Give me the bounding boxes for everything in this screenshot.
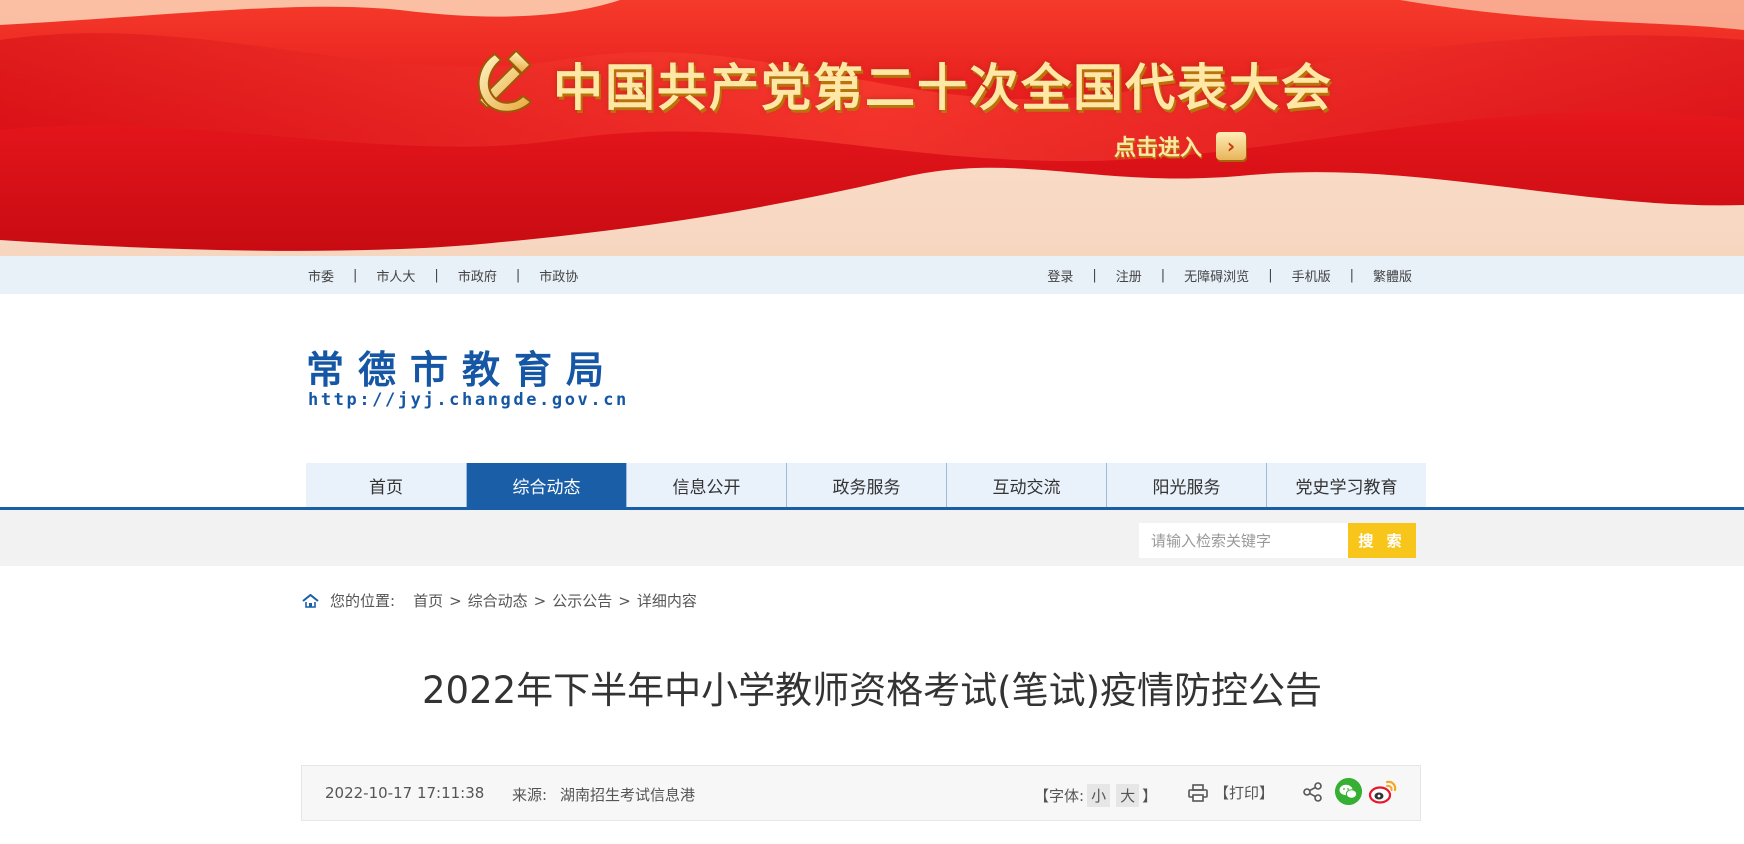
breadcrumb-announcements[interactable]: 公示公告 <box>552 590 612 611</box>
breadcrumb-separator: > <box>618 591 631 610</box>
separator: | <box>515 267 521 283</box>
top-right-links: 登录 | 注册 | 无障碍浏览 | 手机版 | 繁體版 <box>1045 266 1414 285</box>
wechat-icon[interactable] <box>1335 778 1362 805</box>
main-nav-bar: 首页 综合动态 信息公开 政务服务 互动交流 阳光服务 党史学习教育 <box>0 463 1744 510</box>
banner: 中国共产党第二十次全国代表大会 点击进入 › <box>0 0 1744 256</box>
breadcrumb-current: 详细内容 <box>636 592 697 610</box>
home-icon <box>302 593 319 608</box>
separator: | <box>434 267 439 283</box>
mobile-version-link[interactable]: 手机版 <box>1290 266 1333 285</box>
font-label-close: 】 <box>1142 787 1158 805</box>
breadcrumb: 您的位置: 首页 > 综合动态 > 公示公告 > 详细内容 <box>302 590 697 611</box>
party-emblem-icon <box>477 49 533 113</box>
top-left-links: 市委 | 市人大 | 市政府 | 市政协 <box>306 266 580 285</box>
print-label: 【打印】 <box>1214 784 1275 802</box>
printer-icon <box>1188 783 1208 802</box>
print-button[interactable]: 【打印】 <box>1188 782 1274 803</box>
chevron-right-icon: › <box>1216 132 1247 160</box>
nav-item-home[interactable]: 首页 <box>306 463 466 507</box>
top-link-city-government[interactable]: 市政府 <box>456 266 499 285</box>
banner-enter-label: 点击进入 <box>1114 136 1203 161</box>
separator: | <box>1092 267 1097 283</box>
font-small-button[interactable]: 小 <box>1087 784 1111 807</box>
breadcrumb-label: 您的位置: <box>330 592 396 610</box>
separator: | <box>353 267 358 283</box>
font-large-button[interactable]: 大 <box>1116 784 1140 807</box>
nav-item-news[interactable]: 综合动态 <box>466 463 626 507</box>
top-link-peoples-congress[interactable]: 市人大 <box>374 266 417 285</box>
nav-item-interaction[interactable]: 互动交流 <box>946 463 1106 507</box>
top-link-bar: 市委 | 市人大 | 市政府 | 市政协 登录 | 注册 | 无障碍浏览 | 手… <box>0 256 1744 294</box>
article-meta-bar: 2022-10-17 17:11:38 来源: 湖南招生考试信息港 【字体: 小… <box>301 765 1421 821</box>
main-nav: 首页 综合动态 信息公开 政务服务 互动交流 阳光服务 党史学习教育 <box>306 463 1426 507</box>
site-header: 常德市教育局 http://jyj.changde.gov.cn <box>0 294 1744 463</box>
top-link-party-committee[interactable]: 市委 <box>306 266 336 285</box>
breadcrumb-news[interactable]: 综合动态 <box>468 590 528 611</box>
register-link[interactable]: 注册 <box>1114 266 1144 285</box>
weibo-icon[interactable] <box>1368 778 1398 806</box>
banner-enter-button[interactable]: 点击进入 › <box>1114 130 1247 162</box>
separator: | <box>1160 267 1166 283</box>
nav-item-gov-services[interactable]: 政务服务 <box>786 463 946 507</box>
nav-item-info-disclosure[interactable]: 信息公开 <box>626 463 786 507</box>
top-link-cppcc[interactable]: 市政协 <box>537 266 580 285</box>
search-bar: 搜 索 <box>0 510 1744 566</box>
font-label-open: 【字体: <box>1034 787 1085 805</box>
breadcrumb-separator: > <box>449 591 462 610</box>
nav-item-sunshine-services[interactable]: 阳光服务 <box>1106 463 1266 507</box>
search-button[interactable]: 搜 索 <box>1348 523 1416 558</box>
banner-title[interactable]: 中国共产党第二十次全国代表大会 <box>553 48 1333 120</box>
breadcrumb-home[interactable]: 首页 <box>413 590 443 611</box>
login-link[interactable]: 登录 <box>1045 266 1075 285</box>
publish-date: 2022-10-17 17:11:38 <box>325 784 485 802</box>
nav-item-party-history[interactable]: 党史学习教育 <box>1266 463 1426 507</box>
font-size-control: 【字体: 小 大 】 <box>1034 784 1157 807</box>
article-title: 2022年下半年中小学教师资格考试(笔试)疫情防控公告 <box>421 669 1323 712</box>
accessibility-link[interactable]: 无障碍浏览 <box>1182 266 1251 285</box>
share-icon[interactable] <box>1303 782 1323 802</box>
site-logo-name[interactable]: 常德市教育局 <box>306 339 618 394</box>
source-value: 湖南招生考试信息港 <box>560 786 696 804</box>
separator: | <box>1349 267 1354 283</box>
source-label: 来源: <box>512 786 548 804</box>
site-logo-url: http://jyj.changde.gov.cn <box>308 390 629 410</box>
breadcrumb-separator: > <box>533 591 547 610</box>
banner-flag-waves <box>0 0 1744 251</box>
separator: | <box>1268 267 1273 283</box>
search-input[interactable] <box>1139 523 1348 558</box>
traditional-chinese-link[interactable]: 繁體版 <box>1371 266 1414 285</box>
